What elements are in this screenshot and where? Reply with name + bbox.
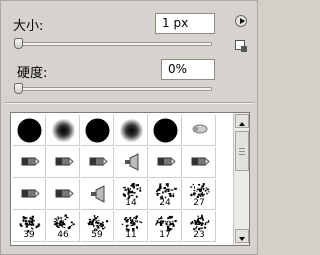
- brush-preset-scatter[interactable]: 23: [183, 211, 216, 242]
- arrow-up-icon: [239, 122, 245, 126]
- size-input[interactable]: 1 px: [155, 13, 215, 34]
- brush-preset-tool[interactable]: [13, 147, 46, 178]
- brush-tip-icon: [157, 156, 176, 167]
- brush-tip-icon: [191, 156, 210, 167]
- size-slider-thumb[interactable]: [14, 38, 23, 49]
- brush-size-label: 24: [159, 198, 171, 208]
- size-label: 大小:: [13, 19, 44, 34]
- brush-tip-icon: [91, 185, 105, 203]
- brush-preset-scatter[interactable]: 27: [183, 179, 216, 210]
- brush-tip-icon: [55, 188, 74, 199]
- brush-preset-hard-round[interactable]: [149, 115, 182, 146]
- brush-tip-icon: [17, 118, 42, 143]
- brush-tip-icon: [153, 118, 178, 143]
- brush-tip-icon: [55, 156, 74, 167]
- brush-preset-hard-round[interactable]: [13, 115, 46, 146]
- brush-preset-scatter[interactable]: 11: [115, 211, 148, 242]
- brush-preset-soft-round[interactable]: [47, 115, 80, 146]
- brush-preset-scatter[interactable]: 24: [149, 179, 182, 210]
- brush-tip-icon: [192, 124, 208, 134]
- hardness-label: 硬度:: [17, 66, 48, 81]
- hardness-input[interactable]: 0%: [161, 59, 215, 80]
- triangle-right-icon[interactable]: [235, 15, 247, 27]
- brush-size-label: 27: [193, 198, 205, 208]
- brush-size-label: 46: [57, 230, 69, 240]
- brush-preset-scatter[interactable]: 39: [13, 211, 46, 242]
- brush-preset-scatter[interactable]: 59: [81, 211, 114, 242]
- brush-grid: 14 24 27 39 46 59 11 17 23: [13, 115, 231, 243]
- brush-preset-airbrush[interactable]: [183, 115, 216, 146]
- brush-preset-tool-cone[interactable]: [115, 147, 148, 178]
- brush-tip-icon: [125, 153, 139, 171]
- brush-preset-tool[interactable]: [149, 147, 182, 178]
- brush-preset-picker: 大小: 1 px 硬度: 0% 14 24 27 39 46 59 11 17 23: [0, 0, 258, 255]
- brush-size-label: 14: [125, 198, 137, 208]
- brush-preset-tool[interactable]: [47, 179, 80, 210]
- brush-tip-icon: [21, 156, 40, 167]
- brush-tip-icon: [89, 156, 108, 167]
- brush-tip-icon: [51, 118, 76, 143]
- brush-preset-hard-round[interactable]: [81, 115, 114, 146]
- brush-preset-tool-cone[interactable]: [81, 179, 114, 210]
- brush-preset-tool[interactable]: [13, 179, 46, 210]
- scroll-down-button[interactable]: [235, 229, 249, 243]
- brush-tip-icon: [21, 188, 40, 199]
- brush-size-label: 39: [23, 230, 35, 240]
- brush-preset-tool[interactable]: [81, 147, 114, 178]
- brush-list: 14 24 27 39 46 59 11 17 23: [10, 112, 250, 246]
- brush-preset-tool[interactable]: [183, 147, 216, 178]
- brush-preset-scatter[interactable]: 14: [115, 179, 148, 210]
- brush-preset-scatter[interactable]: 17: [149, 211, 182, 242]
- hardness-slider-thumb[interactable]: [14, 83, 23, 94]
- size-slider-track[interactable]: [16, 42, 212, 46]
- divider: [5, 102, 254, 104]
- scroll-up-button[interactable]: [235, 114, 249, 128]
- brush-tip-icon: [119, 118, 144, 143]
- brush-size-label: 59: [91, 230, 103, 240]
- brush-size-label: 11: [125, 230, 137, 240]
- new-preset-icon[interactable]: [235, 40, 247, 52]
- vertical-scrollbar[interactable]: [233, 113, 249, 245]
- hardness-slider-track[interactable]: [16, 87, 212, 91]
- brush-tip-icon: [85, 118, 110, 143]
- arrow-down-icon: [239, 237, 245, 241]
- brush-size-label: 23: [193, 230, 205, 240]
- brush-preset-soft-round[interactable]: [115, 115, 148, 146]
- brush-preset-scatter[interactable]: 46: [47, 211, 80, 242]
- brush-preset-tool[interactable]: [47, 147, 80, 178]
- brush-size-label: 17: [159, 230, 171, 240]
- scroll-thumb[interactable]: [235, 131, 249, 171]
